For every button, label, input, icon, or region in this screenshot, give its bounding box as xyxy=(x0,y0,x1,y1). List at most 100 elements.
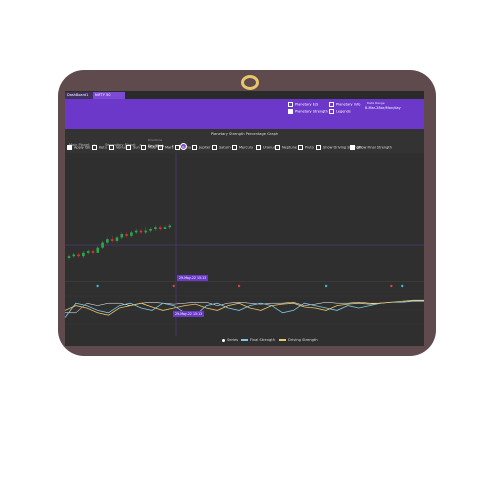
checkbox-label: Rahu xyxy=(182,145,191,150)
legend-swatch xyxy=(279,339,286,341)
date-range-label: Data Range xyxy=(367,101,385,105)
checkbox-label: Legends xyxy=(336,109,351,114)
candle xyxy=(134,230,138,233)
checkbox-apply-ise[interactable]: Apply ISE xyxy=(67,145,90,151)
checkbox-label: Mars xyxy=(165,145,174,150)
checkbox-uranus[interactable]: Uranus xyxy=(256,145,275,151)
checkbox-ketu[interactable]: Ketu xyxy=(92,145,107,151)
event-marker[interactable] xyxy=(401,284,404,288)
checkbox-label: Planetary Info xyxy=(336,102,361,107)
direction-label: Directions xyxy=(148,138,163,142)
checkbox-label: Saturn xyxy=(219,145,231,150)
candle xyxy=(110,239,114,241)
checkbox-icon xyxy=(256,145,261,150)
header-panel: Planetary E/S Planetary Info Planetary S… xyxy=(65,99,424,129)
checkbox-icon xyxy=(232,145,237,150)
planet-checkbox-row: Apply ISE Ketu Venus Sun Moon Mars Rahu Jupiter… xyxy=(65,145,424,153)
candle xyxy=(130,232,133,236)
checkbox-label: Planetary E/S xyxy=(295,102,319,107)
legend-label: Driving Strength xyxy=(288,338,318,342)
candle xyxy=(91,251,95,253)
candle xyxy=(168,225,172,228)
checkbox-label: Pluto xyxy=(305,145,314,150)
candle xyxy=(149,229,152,231)
checkbox-label: Mercury xyxy=(239,145,254,150)
candle xyxy=(144,230,148,233)
checkbox-moon[interactable]: Moon xyxy=(141,145,158,151)
event-marker[interactable] xyxy=(324,284,328,288)
candle xyxy=(96,247,100,253)
event-marker[interactable] xyxy=(237,284,241,288)
candlestick-chart[interactable] xyxy=(65,153,424,281)
candle xyxy=(139,230,143,233)
legend-item-driving-strength[interactable]: Driving Strength xyxy=(279,338,318,342)
checkbox-label: Venus xyxy=(116,145,127,150)
date-range-field[interactable]: 8-Mar-28se/Mon/day xyxy=(365,106,421,110)
checkbox-icon xyxy=(329,109,334,114)
candle xyxy=(77,254,80,257)
checkbox-label: Apply ISE xyxy=(74,145,91,150)
checkbox-planetary-es[interactable]: Planetary E/S xyxy=(288,102,318,108)
checkbox-icon xyxy=(275,145,280,150)
checkbox-label: Planetary Strength xyxy=(295,109,328,114)
candle xyxy=(106,239,109,243)
checkbox-neptune[interactable]: Neptune xyxy=(275,145,297,151)
candle xyxy=(101,242,104,248)
candle xyxy=(154,227,157,229)
checkbox-mercury[interactable]: Mercury xyxy=(232,145,253,151)
camera-icon xyxy=(241,75,259,90)
lower-tooltip: 29-May-22 15:13 xyxy=(173,311,205,317)
checkbox-icon xyxy=(192,145,197,150)
checkbox-icon xyxy=(350,145,355,150)
candle xyxy=(115,237,119,241)
checkbox-saturn[interactable]: Saturn xyxy=(212,145,231,151)
checkbox-icon xyxy=(316,145,321,150)
series-line-series xyxy=(65,300,424,314)
checkbox-mars[interactable]: Mars xyxy=(158,145,173,151)
checkbox-icon xyxy=(92,145,97,150)
legend: Series Final Strength Driving Strength xyxy=(65,336,424,346)
legend-swatch xyxy=(241,339,248,341)
tab-dashboard[interactable]: DashBoard1 xyxy=(65,92,93,99)
event-marker[interactable] xyxy=(172,284,175,288)
candle xyxy=(82,252,85,257)
checkbox-label: Jupiter xyxy=(199,145,211,150)
strength-line-chart[interactable] xyxy=(65,282,424,337)
checkbox-icon xyxy=(175,145,180,150)
legend-label: Series xyxy=(227,338,239,342)
candle xyxy=(72,254,76,257)
checkbox-rahu[interactable]: Rahu xyxy=(175,145,191,151)
tablet-frame: DashBoard1 NIFTY 50 Planetary E/S Planet… xyxy=(58,70,436,356)
checkbox-label: Sun xyxy=(133,145,140,150)
checkbox-label: Moon xyxy=(148,145,158,150)
checkbox-icon xyxy=(329,102,334,107)
candle xyxy=(67,256,71,258)
checkbox-planetary-strength[interactable]: Planetary Strength xyxy=(288,109,328,115)
checkbox-legends[interactable]: Legends xyxy=(329,109,351,115)
event-marker[interactable] xyxy=(96,284,99,288)
checkbox-label: Ketu xyxy=(99,145,107,150)
checkbox-venus[interactable]: Venus xyxy=(109,145,127,151)
checkbox-icon xyxy=(109,145,114,150)
app-screen: DashBoard1 NIFTY 50 Planetary E/S Planet… xyxy=(65,91,424,346)
checkbox-label: Neptune xyxy=(282,145,297,150)
tab-nifty[interactable]: NIFTY 50 xyxy=(93,92,125,99)
checkbox-icon xyxy=(288,102,293,107)
checkbox-label: Uranus xyxy=(263,145,276,150)
legend-item-final-strength[interactable]: Final Strength xyxy=(241,338,275,342)
legend-item-series[interactable]: Series xyxy=(222,338,238,342)
checkbox-jupiter[interactable]: Jupiter xyxy=(192,145,210,151)
checkbox-pluto[interactable]: Pluto xyxy=(298,145,314,151)
checkbox-planetary-info[interactable]: Planetary Info xyxy=(329,102,360,108)
candle xyxy=(125,234,128,236)
checkbox-show-final-strength[interactable]: Show Final Strength xyxy=(350,145,392,151)
tab-bar: DashBoard1 NIFTY 50 xyxy=(65,91,424,99)
candle xyxy=(163,227,167,229)
event-marker[interactable] xyxy=(390,284,393,288)
candle xyxy=(86,251,90,253)
strength-chart-panel: 29-May-22 15:13 xyxy=(65,281,424,337)
checkbox-sun[interactable]: Sun xyxy=(126,145,140,151)
checkbox-icon xyxy=(212,145,217,150)
checkbox-icon xyxy=(298,145,303,150)
legend-label: Final Strength xyxy=(250,338,275,342)
